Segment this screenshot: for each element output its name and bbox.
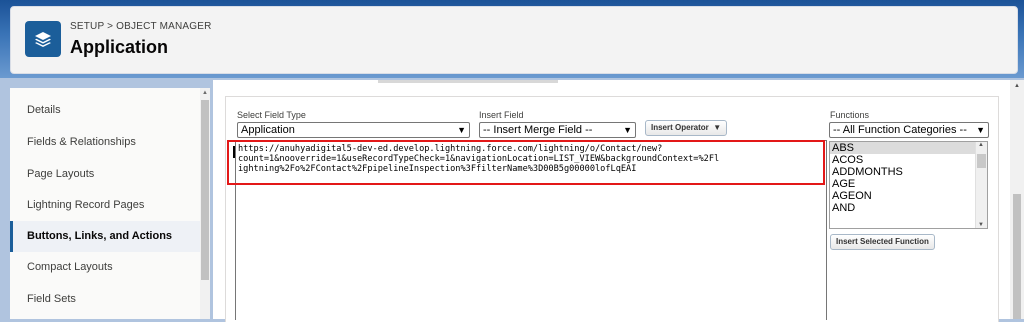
object-header: SETUP > OBJECT MANAGER Application: [10, 6, 1018, 74]
page-scrollbar[interactable]: ▲: [1010, 80, 1024, 319]
highlight-box: [227, 140, 825, 185]
insert-selected-function-button[interactable]: Insert Selected Function: [830, 234, 935, 250]
field-type-value: Application: [241, 124, 295, 136]
scrollbar-thumb[interactable]: [977, 154, 986, 168]
breadcrumb[interactable]: SETUP > OBJECT MANAGER: [70, 21, 212, 32]
scroll-up-icon[interactable]: ▲: [978, 142, 984, 148]
sidebar-item-compact-layouts[interactable]: Compact Layouts: [10, 252, 200, 283]
sidebar-item-fields-relationships[interactable]: Fields & Relationships: [10, 127, 200, 158]
sidebar-item-field-sets[interactable]: Field Sets: [10, 284, 200, 315]
insert-field-value: -- Insert Merge Field --: [483, 124, 593, 136]
functions-label: Functions: [830, 110, 870, 120]
insert-field-select[interactable]: -- Insert Merge Field -- ▼: [479, 122, 636, 138]
caret-down-icon: ▼: [711, 123, 722, 132]
page-title: Application: [70, 37, 168, 57]
function-item-addmonths[interactable]: ADDMONTHS: [830, 166, 987, 178]
sidebar-item-buttons-links-actions[interactable]: Buttons, Links, and Actions: [10, 221, 200, 252]
sidebar-item-lightning-record-pages[interactable]: Lightning Record Pages: [10, 190, 200, 221]
functions-scrollbar[interactable]: ▲ ▼: [975, 142, 987, 228]
chevron-down-icon: ▼: [457, 125, 466, 135]
chevron-down-icon: ▼: [976, 125, 985, 135]
function-item-abs[interactable]: ABS: [830, 142, 987, 154]
field-type-label: Select Field Type: [237, 110, 306, 120]
function-category-value: -- All Function Categories --: [833, 124, 967, 136]
divider: [378, 80, 558, 83]
sidebar-scrollbar[interactable]: ▲: [200, 88, 210, 319]
formula-editor-panel: Select Field Type Application ▼ Insert F…: [213, 80, 1010, 322]
scrollbar-thumb[interactable]: [1013, 194, 1021, 319]
insert-operator-label: Insert Operator: [651, 123, 709, 132]
function-item-age[interactable]: AGE: [830, 178, 987, 190]
function-item-ageon[interactable]: AGEON: [830, 190, 987, 202]
scroll-up-icon[interactable]: ▲: [202, 90, 208, 96]
field-type-select[interactable]: Application ▼: [237, 122, 470, 138]
function-category-select[interactable]: -- All Function Categories -- ▼: [829, 122, 989, 138]
function-item-and[interactable]: AND: [830, 202, 987, 214]
scroll-down-icon[interactable]: ▼: [978, 222, 984, 228]
scroll-up-icon[interactable]: ▲: [1014, 83, 1020, 89]
layers-icon: [25, 21, 61, 57]
sidebar-item-details[interactable]: Details: [10, 95, 200, 126]
insert-operator-button[interactable]: Insert Operator ▼: [645, 120, 728, 136]
scrollbar-thumb[interactable]: [201, 100, 209, 280]
sidebar-item-page-layouts[interactable]: Page Layouts: [10, 159, 200, 190]
chevron-down-icon: ▼: [623, 125, 632, 135]
functions-list[interactable]: ABS ACOS ADDMONTHS AGE AGEON AND ▲ ▼: [829, 141, 988, 229]
function-item-acos[interactable]: ACOS: [830, 154, 987, 166]
object-manager-sidebar: Details Fields & Relationships Page Layo…: [10, 88, 201, 319]
insert-field-label: Insert Field: [479, 110, 524, 120]
